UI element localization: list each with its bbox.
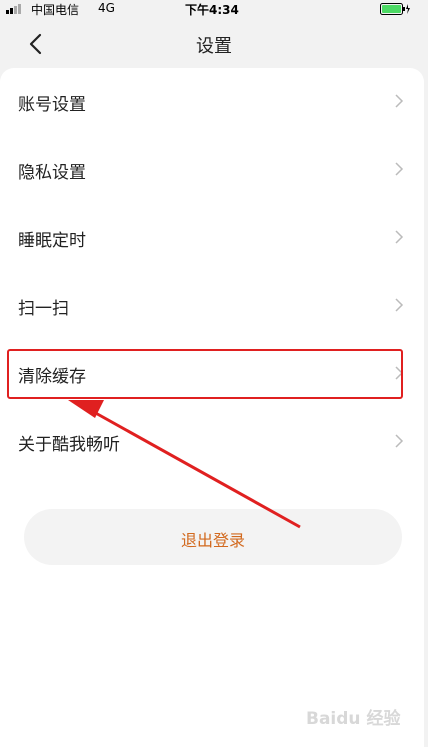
chevron-right-icon [395,298,404,312]
chevron-right-icon [395,434,404,448]
carrier-name: 中国电信 [31,3,80,17]
menu-item-label: 睡眠定时 [18,231,86,251]
network-type: 4G [98,1,115,15]
menu-item-account-settings[interactable]: 账号设置 [0,68,424,136]
menu-item-sleep-timer[interactable]: 睡眠定时 [0,204,424,272]
menu-item-label: 隐私设置 [18,163,86,183]
status-time: 下午4:34 [185,3,239,17]
battery-icon [380,3,410,15]
chevron-right-icon [395,94,404,108]
menu-item-label: 关于酷我畅听 [18,435,120,455]
logout-label: 退出登录 [180,531,245,550]
chevron-right-icon [395,162,404,176]
status-bar: 中国电信 4G 下午4:34 [0,0,428,18]
settings-panel: 账号设置 隐私设置 睡眠定时 扫一扫 清除缓存 关于酷我畅听 [0,68,424,747]
annotation-highlight-box [7,349,403,399]
logout-button[interactable]: 退出登录 [24,509,402,565]
chevron-right-icon [395,230,404,244]
menu-item-label: 扫一扫 [18,299,69,319]
menu-item-scan[interactable]: 扫一扫 [0,272,424,340]
nav-bar: 设置 [0,18,428,70]
signal-icon [6,4,21,14]
page-title: 设置 [196,36,232,57]
menu-item-about[interactable]: 关于酷我畅听 [0,408,424,476]
menu-item-privacy-settings[interactable]: 隐私设置 [0,136,424,204]
menu-item-label: 账号设置 [18,95,86,115]
watermark: Baidu 经验 [306,709,401,729]
